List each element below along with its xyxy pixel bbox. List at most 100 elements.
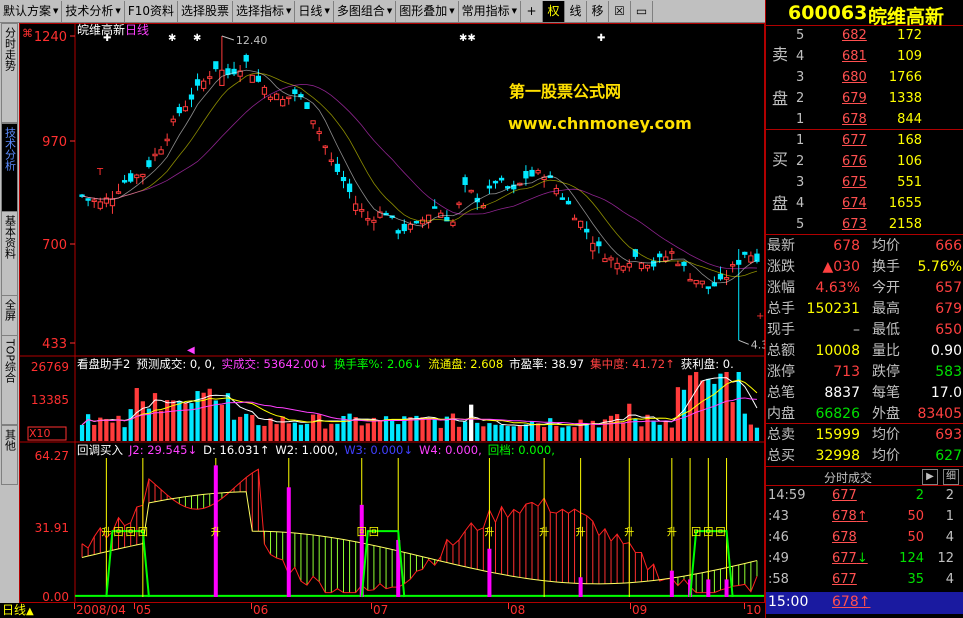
volume-title-part: 预测成交: 0, 0,	[136, 357, 215, 371]
level-price[interactable]: 678	[842, 109, 867, 130]
buy-level-4[interactable]: 4 674 1655	[766, 193, 963, 214]
side-tab-2[interactable]: 基本资料	[1, 211, 18, 297]
tick-price: 677	[832, 486, 857, 506]
sell-level-1[interactable]: 1 678 844	[766, 109, 963, 130]
side-tab-0[interactable]: 分时走势	[1, 23, 18, 123]
level-price[interactable]: 681	[842, 46, 867, 67]
menu-item-8[interactable]: 常用指标 ▼	[459, 1, 522, 22]
volume-bar	[651, 420, 656, 441]
candle-body	[158, 149, 164, 155]
buy-level-1[interactable]: 1 677 168	[766, 130, 963, 151]
volume-bar	[377, 420, 383, 441]
date-label: 05	[136, 603, 152, 618]
chart-area[interactable]: 1240 970 700 433 ⌘ 皖维高新 日线第一股票公式网 www.chnmoney.…	[19, 23, 765, 603]
quote-label: 涨停	[767, 364, 795, 380]
menu-item-6[interactable]: 多图组合 ▼	[334, 1, 397, 22]
menu-item-3[interactable]: 选择股票	[178, 1, 234, 22]
buy-level-5[interactable]: 5 673 2158	[766, 214, 963, 235]
side-tab-4[interactable]: TOP综合	[1, 335, 18, 425]
quote-label: 涨跌	[767, 259, 795, 275]
close-box-icon[interactable]: ☒	[609, 1, 632, 22]
candle-body	[492, 180, 499, 184]
dropdown-arrow-icon: ▼	[115, 7, 121, 15]
candle-body	[669, 251, 675, 254]
window-icon[interactable]: ▭	[631, 1, 654, 22]
date-label: 06	[253, 603, 269, 618]
volume-bar	[724, 372, 729, 441]
tick-price-value: 677	[832, 551, 857, 566]
level-volume: 1338	[888, 91, 922, 106]
crosshair-icon[interactable]: +	[521, 1, 544, 22]
tick-row: :43 678↑ 50 1	[766, 507, 963, 527]
candle-body	[152, 153, 158, 157]
side-tab-5[interactable]: 其他	[1, 425, 18, 485]
level-price[interactable]: 680	[842, 67, 867, 88]
menu-item-1[interactable]: 技术分析 ▼	[62, 1, 125, 22]
volume-bar	[390, 420, 395, 441]
level-index: 2	[796, 91, 805, 106]
sheng-label: 升	[484, 527, 494, 539]
candle-body	[249, 74, 255, 83]
volume-bar	[554, 425, 559, 441]
quote-label: 跌停	[872, 364, 900, 380]
level-price[interactable]: 679	[842, 88, 867, 109]
menu-item-5[interactable]: 日线 ▼	[295, 1, 334, 22]
quote-value: 678	[833, 238, 860, 254]
date-tick	[744, 603, 745, 609]
buy-level-3[interactable]: 3 675 551	[766, 172, 963, 193]
menu-item-label: 选择指标	[236, 4, 285, 18]
side-tab-1[interactable]: 技术分析	[1, 123, 18, 213]
tick-volume: 50	[907, 509, 924, 524]
level-price[interactable]: 677	[842, 130, 867, 151]
sell-level-2[interactable]: 2 679 1338	[766, 88, 963, 109]
menu-item-2[interactable]: F10资料	[125, 1, 178, 22]
level-price[interactable]: 673	[842, 214, 867, 235]
high-marker	[221, 35, 235, 41]
level-price[interactable]: 675	[842, 172, 867, 193]
tool-button-2[interactable]: 线	[565, 1, 588, 22]
volume-bar	[572, 427, 577, 441]
volume-title-part: 获利盘: 0.	[681, 357, 734, 371]
ticks-play-button[interactable]: ▶	[922, 469, 938, 485]
date-label: 10	[746, 603, 762, 618]
tool-button-1[interactable]: 权	[543, 1, 566, 22]
menu-item-0[interactable]: 默认方案 ▼	[0, 1, 63, 22]
clock-row: 15:00 678↑	[766, 592, 963, 614]
quote-label: 最高	[872, 301, 900, 317]
sell-level-3[interactable]: 3 680 1766	[766, 67, 963, 88]
candle-body	[146, 160, 152, 168]
sell-level-5[interactable]: 5 682 172	[766, 25, 963, 46]
date-tick	[508, 603, 509, 609]
menu-item-label: 日线	[298, 4, 323, 18]
dropdown-arrow-icon: ▼	[386, 7, 393, 15]
tool-button-3[interactable]: 移	[587, 1, 610, 22]
menu-item-4[interactable]: 选择指标 ▼	[233, 1, 296, 22]
side-tab-3[interactable]: 全屏	[1, 295, 18, 337]
menu-item-7[interactable]: 图形叠加 ▼	[396, 1, 459, 22]
level-price[interactable]: 682	[842, 25, 867, 46]
hui-label: 回	[715, 527, 725, 539]
volume-bar	[165, 400, 170, 441]
candle-body	[450, 221, 456, 226]
ticks-detail-button[interactable]: 细	[943, 469, 959, 485]
sell-level-4[interactable]: 4 681 109	[766, 46, 963, 67]
volume-title-part: 集中度: 41.72↑	[590, 357, 675, 371]
quote-label: 均价	[872, 238, 900, 254]
volume-bar	[274, 424, 279, 441]
volume-bar	[687, 375, 693, 441]
sell-side-label-2: 盘	[772, 89, 789, 108]
ticks-title[interactable]: 分时成交	[824, 469, 872, 486]
level-volume: 551	[897, 175, 922, 190]
candle-body	[486, 185, 493, 189]
volume-bar	[742, 413, 747, 441]
period-selector[interactable]: 日线▲	[2, 603, 34, 618]
candle-body	[498, 177, 505, 181]
candle-body	[346, 183, 353, 193]
sheng-label: 升	[576, 527, 586, 539]
candle-body	[650, 260, 657, 267]
buy-level-2[interactable]: 2 676 106	[766, 151, 963, 172]
level-price[interactable]: 674	[842, 193, 867, 214]
settings-icon[interactable]: ⌘	[22, 27, 33, 40]
level-price[interactable]: 676	[842, 151, 867, 172]
candle-body	[578, 220, 584, 228]
